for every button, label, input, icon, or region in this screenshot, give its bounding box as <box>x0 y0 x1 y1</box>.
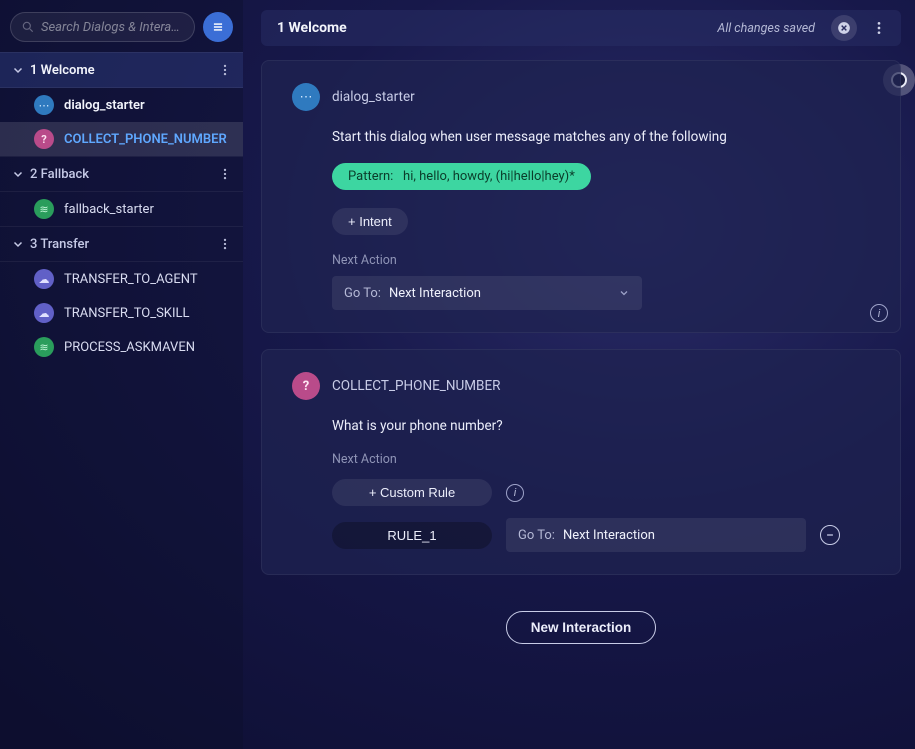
dialog-title: 2 Fallback <box>30 167 213 182</box>
fallback-icon: ≋ <box>34 199 54 219</box>
clear-button[interactable] <box>831 15 857 41</box>
sidebar-item-dialog-starter[interactable]: ⋯ dialog_starter <box>0 88 243 122</box>
remove-rule-button[interactable] <box>820 525 840 545</box>
footer-row: New Interaction <box>261 611 901 644</box>
topbar-menu-button[interactable] <box>867 16 891 40</box>
sidebar-item-label: TRANSFER_TO_SKILL <box>64 306 190 321</box>
goto-label: Go To: <box>344 286 381 301</box>
card-intro-text: Start this dialog when user message matc… <box>332 129 870 145</box>
chevron-down-icon <box>12 64 26 76</box>
dialog-menu-button[interactable] <box>213 162 237 186</box>
add-custom-rule-button[interactable]: + Custom Rule <box>332 479 492 506</box>
goto-select[interactable]: Go To: Next Interaction <box>332 276 642 310</box>
chevron-down-icon <box>12 168 26 180</box>
topbar: 1 Welcome All changes saved <box>261 10 901 46</box>
chevron-down-icon <box>12 238 26 250</box>
custom-rule-row: + Custom Rule i <box>332 479 870 506</box>
new-interaction-button[interactable]: New Interaction <box>506 611 657 644</box>
dialog-menu-button[interactable] <box>213 58 237 82</box>
menu-toggle-button[interactable] <box>203 12 233 42</box>
card-column: ⋯ dialog_starter Start this dialog when … <box>261 60 901 735</box>
dialog-menu-button[interactable] <box>213 232 237 256</box>
sidebar-item-label: TRANSFER_TO_AGENT <box>64 272 198 287</box>
pattern-chip[interactable]: Pattern: hi, hello, howdy, (hi|hello|hey… <box>332 163 591 190</box>
dialog-header-transfer[interactable]: 3 Transfer <box>0 226 243 262</box>
sidebar: Search Dialogs & Interacti… 1 Welcome ⋯ … <box>0 0 243 749</box>
menu-icon <box>211 20 225 34</box>
rule-name-button[interactable]: RULE_1 <box>332 522 492 549</box>
search-input[interactable]: Search Dialogs & Interacti… <box>10 12 195 42</box>
cloud-icon: ☁ <box>34 269 54 289</box>
sidebar-item-collect-phone[interactable]: ? COLLECT_PHONE_NUMBER <box>0 122 243 156</box>
info-icon[interactable]: i <box>506 484 524 502</box>
save-status: All changes saved <box>717 21 815 36</box>
card-title: dialog_starter <box>332 89 415 105</box>
card-header: ⋯ dialog_starter <box>292 83 870 111</box>
next-action-label: Next Action <box>332 253 870 268</box>
search-icon <box>21 20 35 34</box>
pattern-label: Pattern: <box>348 169 393 184</box>
info-icon[interactable]: i <box>870 304 888 322</box>
sidebar-item-transfer-skill[interactable]: ☁ TRANSFER_TO_SKILL <box>0 296 243 330</box>
message-icon: ⋯ <box>292 83 320 111</box>
dialog-header-welcome[interactable]: 1 Welcome <box>0 52 243 88</box>
search-placeholder: Search Dialogs & Interacti… <box>41 20 184 35</box>
card-header: ? COLLECT_PHONE_NUMBER <box>292 372 870 400</box>
goto-value: Next Interaction <box>389 286 481 301</box>
rule-goto-select[interactable]: Go To: Next Interaction <box>506 518 806 552</box>
next-action-block: Next Action + Custom Rule i RULE_1 Go To… <box>332 452 870 552</box>
interaction-card-collect-phone: ? COLLECT_PHONE_NUMBER What is your phon… <box>261 349 901 575</box>
pattern-value: hi, hello, howdy, (hi|hello|hey)* <box>403 169 575 184</box>
next-action-label: Next Action <box>332 452 870 467</box>
cloud-icon: ☁ <box>34 303 54 323</box>
card-title: COLLECT_PHONE_NUMBER <box>332 378 500 394</box>
sidebar-item-label: dialog_starter <box>64 98 145 113</box>
fallback-icon: ≋ <box>34 337 54 357</box>
message-icon: ⋯ <box>34 95 54 115</box>
sidebar-item-transfer-agent[interactable]: ☁ TRANSFER_TO_AGENT <box>0 262 243 296</box>
add-intent-button[interactable]: + Intent <box>332 208 408 235</box>
goto-label: Go To: <box>518 528 555 543</box>
sidebar-item-fallback-starter[interactable]: ≋ fallback_starter <box>0 192 243 226</box>
interaction-card-dialog-starter: ⋯ dialog_starter Start this dialog when … <box>261 60 901 333</box>
page-title: 1 Welcome <box>277 20 707 36</box>
chevron-down-icon <box>618 287 630 299</box>
sidebar-item-label: PROCESS_ASKMAVEN <box>64 340 195 355</box>
sidebar-item-process-askmaven[interactable]: ≋ PROCESS_ASKMAVEN <box>0 330 243 364</box>
dialog-title: 1 Welcome <box>30 63 213 78</box>
card-body: What is your phone number? Next Action +… <box>292 418 870 552</box>
main: 1 Welcome All changes saved ⋯ dialog_sta… <box>243 0 915 749</box>
sidebar-item-label: fallback_starter <box>64 202 154 217</box>
dialog-header-fallback[interactable]: 2 Fallback <box>0 156 243 192</box>
goto-value: Next Interaction <box>563 528 655 543</box>
rule-1-row: RULE_1 Go To: Next Interaction <box>332 518 870 552</box>
search-row: Search Dialogs & Interacti… <box>0 8 243 52</box>
next-action-block: Next Action Go To: Next Interaction <box>332 253 870 310</box>
question-icon: ? <box>292 372 320 400</box>
question-text: What is your phone number? <box>332 418 870 434</box>
dialog-title: 3 Transfer <box>30 237 213 252</box>
card-body: Start this dialog when user message matc… <box>292 129 870 310</box>
question-icon: ? <box>34 129 54 149</box>
sidebar-item-label: COLLECT_PHONE_NUMBER <box>64 132 227 147</box>
